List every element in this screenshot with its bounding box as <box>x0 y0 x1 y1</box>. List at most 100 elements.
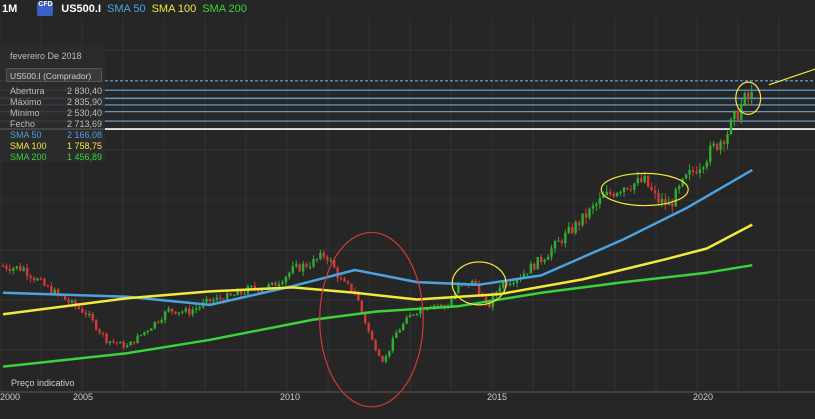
candle-body <box>22 268 25 271</box>
candle-body <box>439 305 443 307</box>
candle-body <box>626 187 629 190</box>
candle-body <box>605 191 608 196</box>
candle-body <box>546 256 550 260</box>
candle-body <box>671 202 674 207</box>
candle-body <box>533 263 536 270</box>
candle-body <box>67 299 70 303</box>
candle-body <box>391 338 395 351</box>
candle-body <box>308 266 312 268</box>
info-row-sma50: SMA 50 2 166,08 <box>10 130 102 140</box>
sma100-legend[interactable]: SMA 100 <box>152 3 197 15</box>
candle-body <box>8 268 12 271</box>
candle-body <box>643 175 646 183</box>
candle-body <box>384 356 388 362</box>
sma200-legend[interactable]: SMA 200 <box>202 3 247 15</box>
candle-body <box>88 314 91 316</box>
candle-body <box>50 285 53 295</box>
candle-body <box>457 285 460 294</box>
candle-body <box>339 278 343 280</box>
candle-body <box>1 265 5 267</box>
candle-body <box>157 321 160 323</box>
candle-body <box>619 192 622 194</box>
candle-body <box>622 187 626 193</box>
candle-body <box>598 197 602 204</box>
candle-body <box>750 92 753 99</box>
candle-body <box>191 309 194 315</box>
candle-body <box>129 341 132 346</box>
candle-body <box>722 141 726 144</box>
candle-body <box>288 272 291 277</box>
candle-body <box>678 186 681 190</box>
candle-body <box>274 282 277 286</box>
candle-body <box>436 305 439 307</box>
candle-body <box>29 275 32 278</box>
candle-body <box>743 92 746 105</box>
info-row-close: Fecho 2 713,69 <box>10 119 102 129</box>
candle-body <box>395 332 398 339</box>
candle-body <box>91 314 94 321</box>
candle-body <box>291 266 294 273</box>
candle-body <box>360 300 363 312</box>
candle-body <box>695 171 698 174</box>
candle-body <box>595 203 598 206</box>
sma50-legend[interactable]: SMA 50 <box>107 3 146 15</box>
candle-body <box>270 282 274 285</box>
candle-body <box>591 205 595 209</box>
candle-body <box>529 263 533 274</box>
candle-body <box>188 308 191 315</box>
x-tick-label-2020: 2020 <box>693 392 714 402</box>
candle-body <box>132 341 136 344</box>
candle-body <box>609 191 612 194</box>
candle-body <box>450 298 453 307</box>
candle-body <box>277 284 281 286</box>
candle-body <box>170 308 174 312</box>
info-row-sma200: SMA 200 1 456,89 <box>10 152 102 162</box>
candle-body <box>163 311 167 321</box>
candle-body <box>650 186 653 191</box>
candle-body <box>405 317 408 324</box>
candle-body <box>633 183 636 190</box>
candle-body <box>512 282 515 284</box>
x-tick-label-2015: 2015 <box>487 392 508 402</box>
candle-body <box>612 193 615 197</box>
candle-body <box>94 320 98 330</box>
candle-body <box>139 334 143 336</box>
candle-body <box>715 143 719 150</box>
candle-body <box>691 170 695 172</box>
info-row-low: Mínimo 2 530,40 <box>10 108 102 118</box>
candle-body <box>208 298 212 302</box>
info-date: fevereiro De 2018 <box>10 51 82 61</box>
sma50-line <box>2 168 753 307</box>
candle-body <box>305 263 308 267</box>
candle-body <box>15 266 18 269</box>
price-chart[interactable] <box>0 0 815 419</box>
candle-body <box>540 256 543 263</box>
candle-body <box>12 268 15 271</box>
candle-body <box>581 213 584 226</box>
candle-body <box>243 293 246 295</box>
candle-body <box>160 320 163 323</box>
info-row-high: Máximo 2 835,90 <box>10 97 102 107</box>
candle-body <box>584 213 588 218</box>
candle-body <box>205 298 208 303</box>
candle-body <box>526 273 529 275</box>
candle-body <box>415 313 419 315</box>
candle-body <box>250 285 253 287</box>
candle-body <box>143 331 146 335</box>
candle-body <box>81 308 84 313</box>
candle-body <box>350 283 353 292</box>
candle-body <box>702 167 705 169</box>
candle-body <box>615 192 619 197</box>
candle-body <box>474 280 477 284</box>
x-tick-label-2005: 2005 <box>73 392 94 402</box>
candle-body <box>136 335 139 344</box>
candle-body <box>108 341 112 343</box>
symbol-label[interactable]: US500.I <box>61 3 101 15</box>
timeframe-label[interactable]: 1M <box>2 3 17 15</box>
candle-body <box>398 330 401 333</box>
candle-body <box>46 285 50 287</box>
candle-body <box>32 277 36 281</box>
candle-body <box>705 161 708 168</box>
candle-body <box>184 308 188 312</box>
candle-body <box>329 260 332 262</box>
